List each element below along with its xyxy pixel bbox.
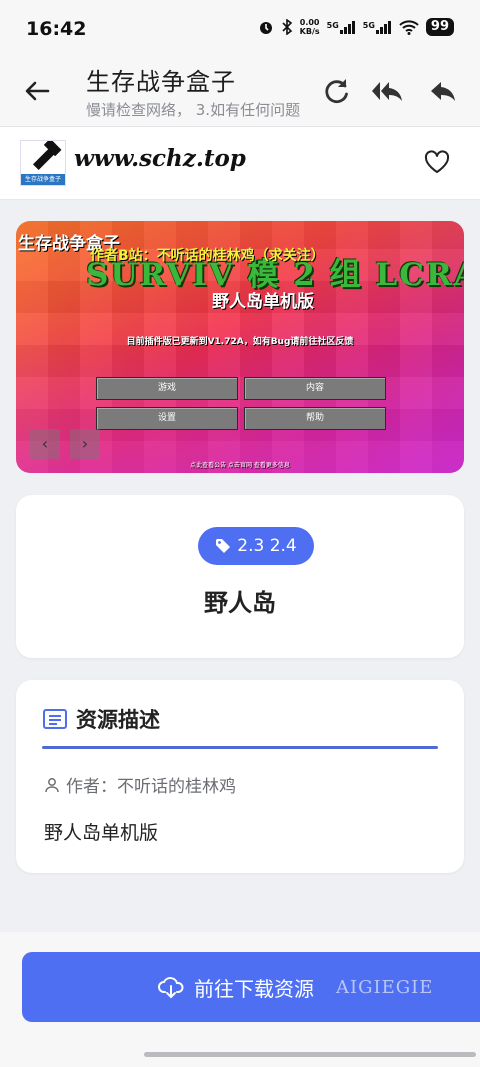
download-label: 前往下载资源 bbox=[194, 976, 314, 1001]
bluetooth-icon bbox=[282, 19, 292, 35]
site-logo: 生存战争盒子 bbox=[20, 140, 66, 186]
version-tag-label: 2.3 2.4 bbox=[237, 536, 297, 556]
section-title: 资源描述 bbox=[76, 708, 160, 732]
resource-info-card: 2.3 2.4 野人岛 bbox=[16, 495, 464, 658]
cloud-download-icon bbox=[158, 977, 184, 999]
status-time: 16:42 bbox=[26, 18, 87, 40]
signal-2: 5G bbox=[362, 20, 392, 34]
logo-caption: 生存战争盒子 bbox=[21, 174, 65, 185]
status-bar: 16:42 0.00 KB/s 5G 5G 99 bbox=[0, 0, 480, 58]
section-divider bbox=[42, 746, 438, 749]
banner-subtitle: 野人岛单机版 bbox=[212, 292, 314, 312]
reply-icon[interactable] bbox=[426, 74, 460, 108]
watermark-text: AIGIEGIE bbox=[336, 976, 434, 998]
banner-game-button: 游戏 bbox=[96, 377, 238, 400]
back-arrow-icon[interactable] bbox=[20, 74, 54, 108]
site-header: 生存战争盒子 www.schz.top bbox=[0, 127, 480, 200]
site-url[interactable]: www.schz.top bbox=[74, 145, 246, 172]
battery-indicator: 99 bbox=[425, 18, 454, 36]
tag-icon bbox=[216, 539, 231, 553]
banner-notice: 目前插件版已更新到V1.72A，如有Bug请前往社区反馈 bbox=[126, 337, 354, 347]
resource-name: 野人岛 bbox=[204, 589, 276, 617]
status-icons: 0.00 KB/s 5G 5G 99 bbox=[258, 18, 454, 36]
home-indicator[interactable] bbox=[144, 1052, 476, 1057]
download-button[interactable]: 前往下载资源 AIGIEGIE bbox=[22, 952, 480, 1022]
refresh-icon[interactable] bbox=[320, 74, 354, 108]
banner-author: 作者B站：不听话的桂林鸡（求关注） bbox=[90, 248, 325, 264]
version-tag[interactable]: 2.3 2.4 bbox=[198, 527, 314, 565]
banner-settings-button: 设置 bbox=[96, 407, 238, 430]
user-icon bbox=[45, 777, 59, 792]
net2-label: 5G bbox=[362, 20, 375, 30]
page-title: 生存战争盒子 bbox=[86, 68, 236, 96]
description-card: 资源描述 作者：不听话的桂林鸡 野人岛单机版 bbox=[16, 680, 464, 873]
reply-all-icon[interactable] bbox=[370, 74, 404, 108]
author-text: 作者：不听话的桂林鸡 bbox=[66, 777, 236, 797]
speed-value: 0.00 bbox=[299, 18, 320, 27]
banner-prev-icon: ‹ bbox=[30, 429, 60, 459]
author-row: 作者：不听话的桂林鸡 bbox=[44, 772, 236, 797]
document-icon bbox=[43, 709, 67, 729]
page-subtitle: 慢请检查网络， 3.如有任何问题 bbox=[86, 101, 301, 119]
banner-help-button: 帮助 bbox=[244, 407, 386, 430]
alarm-icon bbox=[259, 22, 272, 34]
signal-1: 5G bbox=[326, 20, 356, 34]
speed-unit: KB/s bbox=[299, 27, 320, 36]
net1-label: 5G bbox=[326, 20, 339, 30]
resource-banner[interactable]: 生存战争盒子 SURVIV 模 2 组 LCRAFT 作者B站：不听话的桂林鸡（… bbox=[16, 221, 464, 473]
network-speed: 0.00 KB/s bbox=[300, 18, 320, 36]
heart-icon[interactable] bbox=[422, 147, 452, 177]
signal-icon bbox=[339, 20, 355, 34]
hammer-icon bbox=[32, 141, 62, 171]
signal-icon bbox=[375, 20, 391, 34]
wifi-icon bbox=[399, 19, 419, 35]
description-text: 野人岛单机版 bbox=[44, 822, 159, 844]
banner-content-button: 内容 bbox=[244, 377, 386, 400]
banner-next-icon: › bbox=[70, 429, 100, 459]
app-bar: 生存战争盒子 慢请检查网络， 3.如有任何问题 bbox=[0, 58, 480, 127]
banner-footer: 点此查看公告 点击官网 查看更多信息 bbox=[190, 462, 290, 469]
